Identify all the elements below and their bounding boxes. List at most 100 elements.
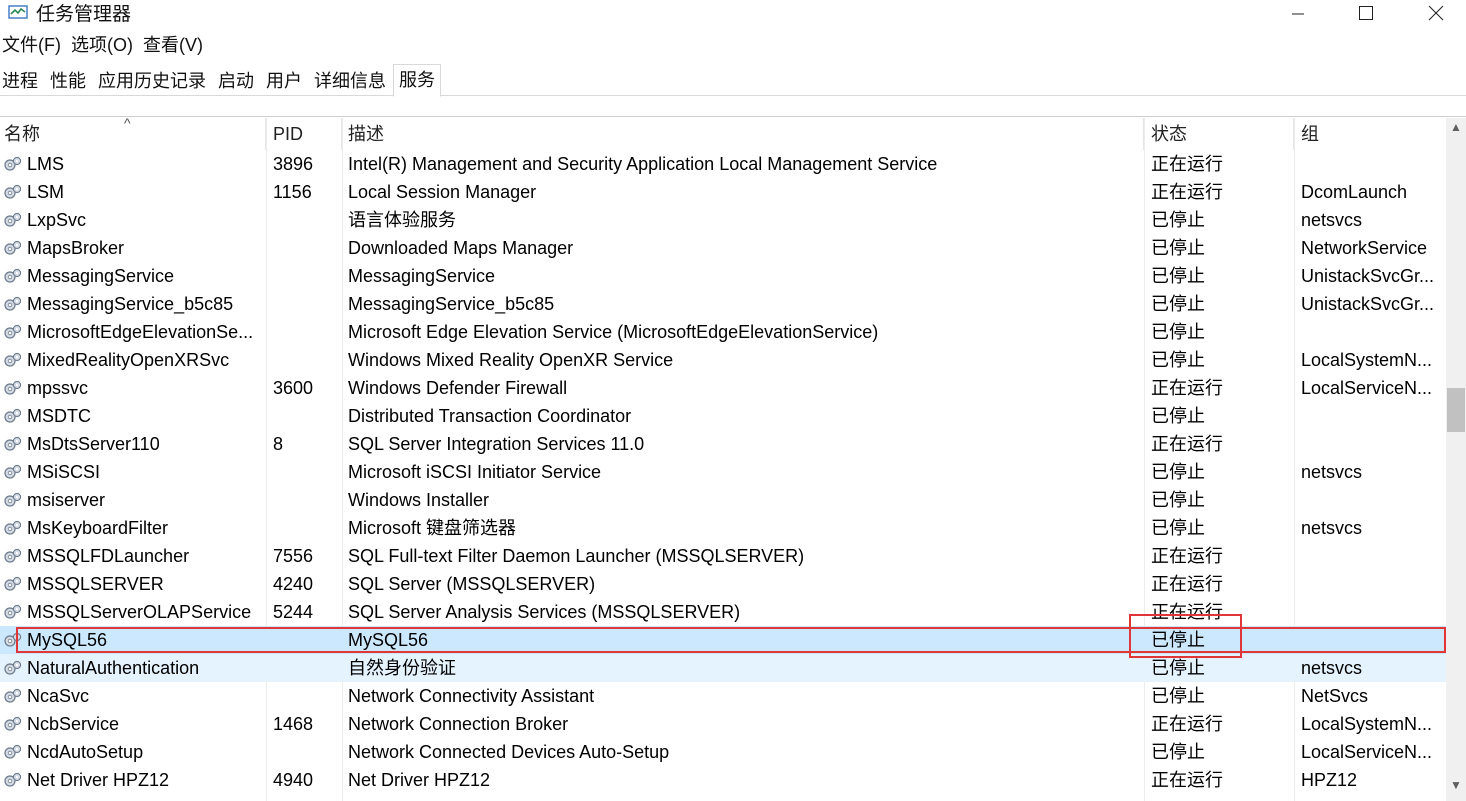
service-description: Local Session Manager (348, 182, 537, 202)
service-status: 已停止 (1151, 406, 1205, 426)
service-description: Downloaded Maps Manager (348, 238, 574, 258)
service-group: LocalServiceN... (1301, 742, 1433, 762)
service-name: NcdAutoSetup (27, 742, 144, 762)
menu-file[interactable]: 文件(F) (0, 32, 69, 58)
close-button[interactable] (1406, 0, 1466, 26)
service-description: Windows Defender Firewall (348, 378, 568, 398)
table-row[interactable]: MessagingService MessagingService 已停止 Unist… (0, 262, 1446, 290)
services-table: 名称 ^ PID 描述 状态 组 LMS 3896 Intel(R) Managem… (0, 118, 1446, 801)
service-gear-icon (3, 267, 23, 285)
table-row[interactable]: MixedRealityOpenXRSvc Windows Mixed Reali… (0, 346, 1446, 374)
table-row[interactable]: MySQL56 MySQL56 已停止 (0, 626, 1446, 654)
table-row[interactable]: MSSQLFDLauncher 7556 SQL Full-text Filter … (0, 542, 1446, 570)
tab-users[interactable]: 用户 (266, 66, 302, 96)
table-row[interactable]: MsKeyboardFilter Microsoft 键盘筛选器 已停止 netsvc… (0, 514, 1446, 542)
service-description: MessagingService_b5c85 (348, 294, 555, 314)
service-pid: 1468 (273, 714, 314, 734)
service-status: 已停止 (1151, 490, 1205, 510)
service-status: 已停止 (1151, 686, 1205, 706)
title-bar: 任务管理器 (0, 0, 1466, 30)
service-description: MySQL56 (348, 630, 429, 650)
tab-app-history[interactable]: 应用历史记录 (98, 66, 206, 96)
maximize-button[interactable] (1336, 0, 1396, 26)
table-row[interactable]: MapsBroker Downloaded Maps Manager 已停止 Netw… (0, 234, 1446, 262)
service-gear-icon (3, 491, 23, 509)
column-header-status[interactable]: 状态 (1144, 118, 1294, 150)
tab-details[interactable]: 详细信息 (314, 66, 386, 96)
table-row[interactable]: MicrosoftEdgeElevationSe... Microsoft Edg… (0, 318, 1446, 346)
table-row[interactable]: MSSQLSERVER 4240 SQL Server (MSSQLSERVER) 正… (0, 570, 1446, 598)
close-icon (1428, 5, 1444, 21)
column-header-name[interactable]: 名称 (0, 118, 266, 150)
service-group: LocalSystemN... (1301, 350, 1433, 370)
table-row[interactable]: MSSQLServerOLAPService 5244 SQL Server Ana… (0, 598, 1446, 626)
service-description: Microsoft iSCSI Initiator Service (348, 462, 602, 482)
table-row[interactable]: MsDtsServer110 8 SQL Server Integration Se… (0, 430, 1446, 458)
service-gear-icon (3, 715, 23, 733)
table-row[interactable]: NcdAutoSetup Network Connected Devices Au… (0, 738, 1446, 766)
service-status: 已停止 (1151, 462, 1205, 482)
service-gear-icon (3, 435, 23, 453)
service-group: NetworkService (1301, 238, 1428, 258)
table-row[interactable]: LSM 1156 Local Session Manager 正在运行 DcomLaun… (0, 178, 1446, 206)
scroll-up-arrow-icon[interactable]: ▲ (1446, 120, 1466, 140)
column-header-description[interactable]: 描述 (342, 118, 1144, 150)
service-name: mpssvc (27, 378, 89, 398)
menu-options[interactable]: 选项(O) (69, 32, 141, 58)
scrollbar-thumb[interactable] (1447, 388, 1465, 432)
service-description: Network Connection Broker (348, 714, 569, 734)
minimize-button[interactable] (1268, 0, 1328, 26)
column-header-pid[interactable]: PID (266, 118, 342, 150)
table-row[interactable]: Net Driver HPZ12 4940 Net Driver HPZ12 正在运行… (0, 766, 1446, 794)
tab-services[interactable]: 服务 (393, 64, 441, 97)
column-header-group[interactable]: 组 (1294, 118, 1446, 150)
service-name: MapsBroker (27, 238, 125, 258)
service-status: 正在运行 (1151, 602, 1223, 622)
table-row[interactable]: LxpSvc 语言体验服务 已停止 netsvcs (0, 206, 1446, 234)
service-status: 正在运行 (1151, 574, 1223, 594)
service-status: 已停止 (1151, 210, 1205, 230)
service-group: UnistackSvcGr... (1301, 266, 1435, 286)
maximize-icon (1359, 6, 1373, 20)
service-gear-icon (3, 603, 23, 621)
minimize-icon (1292, 13, 1304, 15)
service-name: NcaSvc (27, 686, 90, 706)
service-gear-icon (3, 575, 23, 593)
service-description: Network Connected Devices Auto-Setup (348, 742, 670, 762)
service-gear-icon (3, 323, 23, 341)
service-gear-icon (3, 351, 23, 369)
service-group (1301, 430, 1443, 458)
tab-startup[interactable]: 启动 (218, 66, 254, 96)
vertical-scrollbar[interactable] (1446, 118, 1466, 801)
table-row[interactable]: NcaSvc Network Connectivity Assistant 已停止 N… (0, 682, 1446, 710)
table-row[interactable]: mpssvc 3600 Windows Defender Firewall 正在运行 L… (0, 374, 1446, 402)
table-row[interactable]: MSiSCSI Microsoft iSCSI Initiator Service… (0, 458, 1446, 486)
service-description: Windows Installer (348, 490, 490, 510)
service-pid: 3600 (273, 378, 314, 398)
service-group: HPZ12 (1301, 770, 1358, 790)
table-row[interactable]: MSDTC Distributed Transaction Coordinator… (0, 402, 1446, 430)
service-gear-icon (3, 547, 23, 565)
service-gear-icon (3, 183, 23, 201)
service-pid (273, 486, 338, 514)
menu-view[interactable]: 查看(V) (141, 32, 211, 58)
service-description: Net Driver HPZ12 (348, 770, 491, 790)
service-status: 正在运行 (1151, 182, 1223, 202)
table-row[interactable]: MessagingService_b5c85 MessagingService_b… (0, 290, 1446, 318)
service-group: netsvcs (1301, 462, 1363, 482)
service-status: 正在运行 (1151, 714, 1223, 734)
service-pid (273, 654, 338, 682)
tab-performance[interactable]: 性能 (50, 66, 86, 96)
service-description: SQL Server (MSSQLSERVER) (348, 574, 596, 594)
table-row[interactable]: NaturalAuthentication 自然身份验证 已停止 netsvcs (0, 654, 1446, 682)
service-status: 正在运行 (1151, 546, 1223, 566)
scroll-down-arrow-icon[interactable]: ▼ (1446, 778, 1466, 798)
service-pid (273, 626, 338, 654)
service-group (1301, 402, 1443, 430)
table-row[interactable]: msiserver Windows Installer 已停止 (0, 486, 1446, 514)
table-row[interactable]: LMS 3896 Intel(R) Management and Security … (0, 150, 1446, 178)
table-row[interactable]: NcbService 1468 Network Connection Broker 正… (0, 710, 1446, 738)
service-group: netsvcs (1301, 518, 1363, 538)
service-description: 语言体验服务 (348, 210, 456, 230)
tab-processes[interactable]: 进程 (2, 66, 38, 96)
